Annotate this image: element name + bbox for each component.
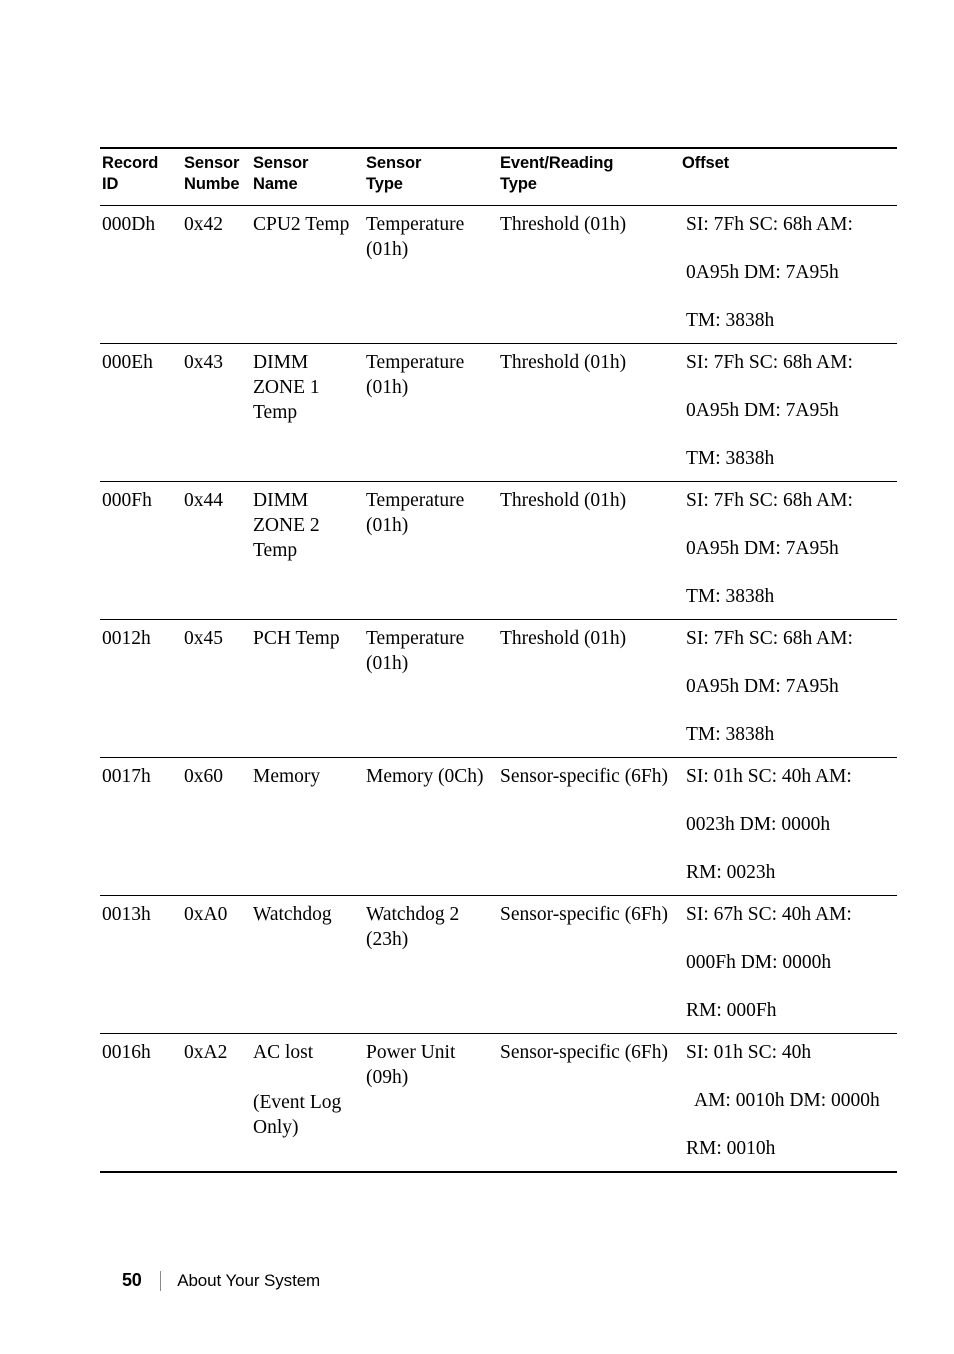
- table-row: 0017h 0x60 Memory Memory (0Ch) Sensor-specif…: [100, 757, 897, 896]
- cell-sensor-type: Temperature (01h): [364, 481, 498, 620]
- cell-sensor-number: 0xA0: [182, 895, 251, 1034]
- cell-sensor-number: 0x44: [182, 481, 251, 620]
- page-footer: 50 About Your System: [122, 1270, 320, 1291]
- offset-line: TM: 3838h: [686, 448, 775, 469]
- cell-sensor-name: DIMM ZONE 1 Temp: [251, 343, 364, 482]
- cell-offset: SI: 01h SC: 40h AM: 0023h DM: 0000h RM: 00…: [680, 757, 897, 896]
- cell-record-id: 000Dh: [100, 205, 182, 344]
- table-row: 000Fh 0x44 DIMM ZONE 2 Temp Temperature (01…: [100, 481, 897, 620]
- cell-sensor-name: DIMM ZONE 2 Temp: [251, 481, 364, 620]
- cell-sensor-name: CPU2 Temp: [251, 205, 364, 344]
- cell-event-reading-type: Threshold (01h): [498, 619, 680, 758]
- cell-sensor-type: Temperature (01h): [364, 205, 498, 344]
- footer-divider: [159, 1270, 162, 1291]
- table-body: 000Dh 0x42 CPU2 Temp Temperature (01h) Thres…: [100, 205, 897, 1173]
- table-row: 000Dh 0x42 CPU2 Temp Temperature (01h) Thres…: [100, 205, 897, 344]
- cell-event-reading-type: Sensor-specific (6Fh): [498, 757, 680, 896]
- cell-record-id: 000Eh: [100, 343, 182, 482]
- cell-record-id: 0017h: [100, 757, 182, 896]
- cell-event-reading-type: Threshold (01h): [498, 205, 680, 344]
- table-row: 0013h 0xA0 Watchdog Watchdog 2 (23h) Sensor-…: [100, 895, 897, 1034]
- cell-sensor-name: Memory: [251, 757, 364, 896]
- offset-line: SI: 7Fh SC: 68h AM:: [686, 490, 853, 511]
- cell-record-id: 0012h: [100, 619, 182, 758]
- offset-line: SI: 7Fh SC: 68h AM:: [686, 628, 853, 649]
- table-header: Record ID Sensor Numbe Sensor Name Senso…: [100, 147, 897, 206]
- column-header-sensor-number: Sensor Numbe: [182, 147, 251, 206]
- cell-sensor-name: Watchdog: [251, 895, 364, 1034]
- cell-event-reading-type: Threshold (01h): [498, 481, 680, 620]
- offset-line: TM: 3838h: [686, 586, 775, 607]
- column-header-record-id: Record ID: [100, 147, 182, 206]
- cell-offset: SI: 7Fh SC: 68h AM: 0A95h DM: 7A95h TM: 38…: [680, 205, 897, 344]
- cell-sensor-name: AC lost (Event Log Only): [251, 1033, 364, 1173]
- cell-sensor-number: 0x42: [182, 205, 251, 344]
- cell-sensor-number: 0x45: [182, 619, 251, 758]
- cell-sensor-type: Temperature (01h): [364, 619, 498, 758]
- document-page: Record ID Sensor Numbe Sensor Name Senso…: [0, 0, 954, 1354]
- sensor-records-table: Record ID Sensor Numbe Sensor Name Senso…: [100, 147, 897, 1173]
- cell-offset: SI: 01h SC: 40h AM: 0010h DM: 0000h RM: 00…: [680, 1033, 897, 1173]
- cell-sensor-type: Memory (0Ch): [364, 757, 498, 896]
- column-header-sensor-name: Sensor Name: [251, 147, 364, 206]
- cell-event-reading-type: Sensor-specific (6Fh): [498, 1033, 680, 1173]
- cell-event-reading-type: Threshold (01h): [498, 343, 680, 482]
- offset-line: AM: 0010h DM: 0000h: [694, 1090, 880, 1111]
- cell-sensor-number: 0xA2: [182, 1033, 251, 1173]
- cell-record-id: 0016h: [100, 1033, 182, 1173]
- offset-line: 0023h DM: 0000h: [686, 814, 831, 835]
- cell-sensor-type: Watchdog 2 (23h): [364, 895, 498, 1034]
- table-header-row: Record ID Sensor Numbe Sensor Name Senso…: [100, 147, 897, 206]
- offset-line: 000Fh DM: 0000h: [686, 952, 832, 973]
- footer-page-number: 50: [122, 1270, 142, 1290]
- column-header-offset: Offset: [680, 147, 897, 206]
- table-row: 000Eh 0x43 DIMM ZONE 1 Temp Temperature (01…: [100, 343, 897, 482]
- offset-line: SI: 01h SC: 40h: [686, 1042, 812, 1063]
- cell-sensor-number: 0x60: [182, 757, 251, 896]
- cell-offset: SI: 7Fh SC: 68h AM: 0A95h DM: 7A95h TM: 38…: [680, 619, 897, 758]
- cell-sensor-type: Power Unit (09h): [364, 1033, 498, 1173]
- offset-line: SI: 7Fh SC: 68h AM:: [686, 352, 853, 373]
- footer-section-title: About Your System: [177, 1270, 321, 1290]
- offset-line: 0A95h DM: 7A95h: [686, 262, 839, 283]
- offset-line: TM: 3838h: [686, 310, 775, 331]
- offset-line: TM: 3838h: [686, 724, 775, 745]
- cell-record-id: 000Fh: [100, 481, 182, 620]
- cell-offset: SI: 67h SC: 40h AM: 000Fh DM: 0000h RM: 00…: [680, 895, 897, 1034]
- offset-line: 0A95h DM: 7A95h: [686, 400, 839, 421]
- cell-offset: SI: 7Fh SC: 68h AM: 0A95h DM: 7A95h TM: 38…: [680, 343, 897, 482]
- offset-line: RM: 0010h: [686, 1138, 776, 1159]
- cell-sensor-type: Temperature (01h): [364, 343, 498, 482]
- offset-line: 0A95h DM: 7A95h: [686, 538, 839, 559]
- cell-sensor-number: 0x43: [182, 343, 251, 482]
- offset-line: 0A95h DM: 7A95h: [686, 676, 839, 697]
- offset-line: SI: 7Fh SC: 68h AM:: [686, 214, 853, 235]
- offset-line: RM: 0023h: [686, 862, 776, 883]
- offset-line: SI: 01h SC: 40h AM:: [686, 766, 852, 787]
- column-header-event-reading-type: Event/Reading Type: [498, 147, 680, 206]
- offset-line: SI: 67h SC: 40h AM:: [686, 904, 852, 925]
- cell-record-id: 0013h: [100, 895, 182, 1034]
- cell-sensor-name: PCH Temp: [251, 619, 364, 758]
- cell-event-reading-type: Sensor-specific (6Fh): [498, 895, 680, 1034]
- cell-offset: SI: 7Fh SC: 68h AM: 0A95h DM: 7A95h TM: 38…: [680, 481, 897, 620]
- table-row: 0012h 0x45 PCH Temp Temperature (01h) Thresh…: [100, 619, 897, 758]
- offset-line: RM: 000Fh: [686, 1000, 777, 1021]
- table-row: 0016h 0xA2 AC lost (Event Log Only) Power U…: [100, 1033, 897, 1173]
- column-header-sensor-type: Sensor Type: [364, 147, 498, 206]
